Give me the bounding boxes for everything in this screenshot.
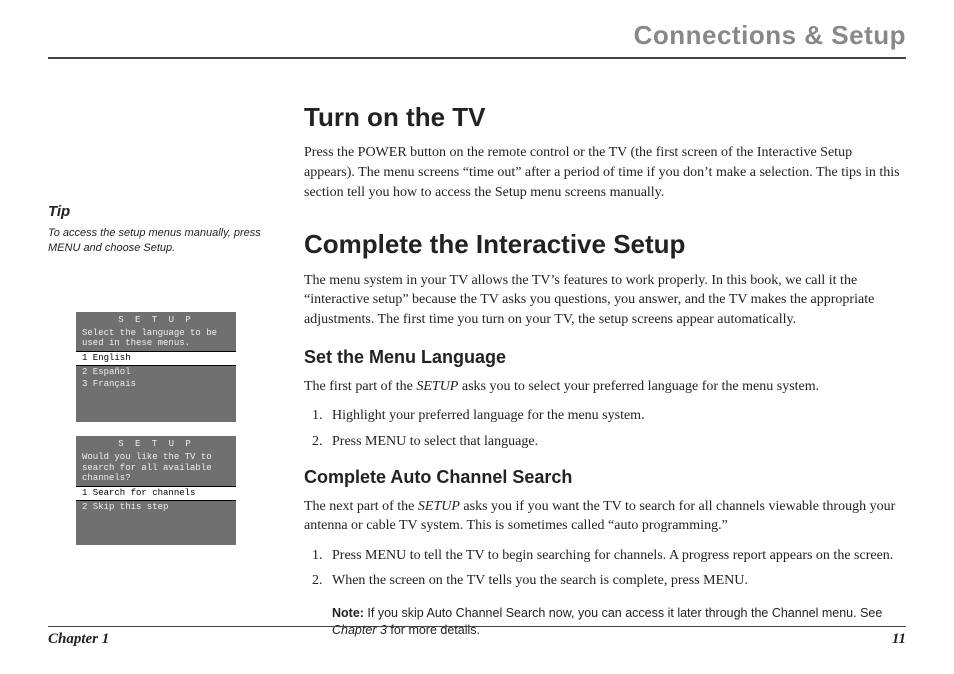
tip-body: To access the setup menus manually, pres… [48,226,276,256]
heading-interactive-setup: Complete the Interactive Setup [304,226,906,262]
osd-language-option: 2 Español [76,366,236,378]
osd-channel-title: S E T U P [76,436,236,452]
osd-language-title: S E T U P [76,312,236,328]
footer-rule [48,626,906,627]
main-column: Turn on the TV Press the POWER button on… [304,99,906,640]
setup-keyword: SETUP [418,499,460,514]
setup-keyword: SETUP [416,379,458,394]
osd-language-option: 1 English [76,351,236,365]
header-rule [48,57,906,59]
heading-auto-channel: Complete Auto Channel Search [304,465,906,490]
list-item: Press MENU to select that language. [326,432,906,452]
para-interactive-setup: The menu system in your TV allows the TV… [304,271,906,330]
list-item: Press MENU to tell the TV to begin searc… [326,546,906,566]
osd-channel-option: 2 Skip this step [76,501,236,513]
para-auto-channel: The next part of the SETUP asks you if y… [304,497,906,536]
note-body: If you skip Auto Channel Search now, you… [364,606,882,620]
para-menu-language: The first part of the SETUP asks you to … [304,377,906,397]
osd-language-prompt: Select the language to be used in these … [76,328,236,352]
heading-turn-on-tv: Turn on the TV [304,99,906,135]
osd-channel-prompt: Would you like the TV to search for all … [76,452,236,486]
footer-chapter: Chapter 1 [48,631,109,648]
osd-language: S E T U P Select the language to be used… [76,312,236,423]
tip-heading: Tip [48,203,276,220]
steps-auto-channel: Press MENU to tell the TV to begin searc… [304,546,906,591]
page-footer: Chapter 1 11 [48,626,906,648]
para-turn-on-tv: Press the POWER button on the remote con… [304,143,906,202]
list-item: Highlight your preferred language for th… [326,406,906,426]
footer-page-number: 11 [892,631,906,648]
sidebar: Tip To access the setup menus manually, … [48,99,276,640]
content-area: Tip To access the setup menus manually, … [48,99,906,640]
page-header-title: Connections & Setup [48,20,906,57]
osd-channel-option: 1 Search for channels [76,486,236,500]
osd-channel-search: S E T U P Would you like the TV to searc… [76,436,236,545]
osd-language-option: 3 Français [76,378,236,390]
note-label: Note: [332,606,364,620]
list-item: When the screen on the TV tells you the … [326,571,906,591]
heading-menu-language: Set the Menu Language [304,345,906,370]
steps-menu-language: Highlight your preferred language for th… [304,406,906,451]
